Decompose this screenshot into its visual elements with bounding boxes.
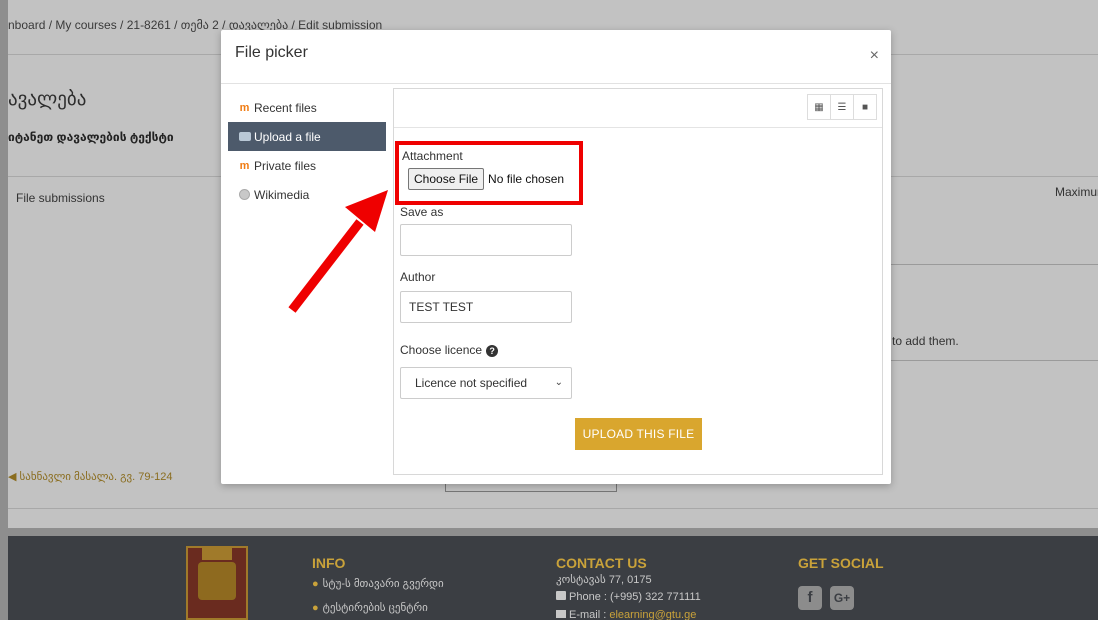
annotation-arrow-icon — [288, 190, 388, 313]
